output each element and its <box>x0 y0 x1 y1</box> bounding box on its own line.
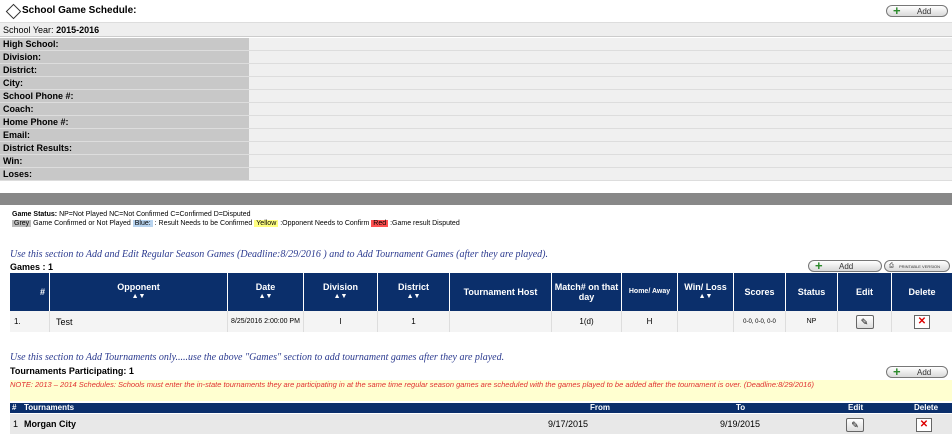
red-tag: Red <box>371 220 389 227</box>
col-status: Status <box>786 273 838 311</box>
col-district[interactable]: District ▲▼ <box>378 273 450 311</box>
tournaments-count: Tournaments Participating: 1 <box>10 366 134 376</box>
col-num: # <box>10 273 50 311</box>
sort-arrows-icon: ▲▼ <box>131 293 146 300</box>
add-schedule-button[interactable]: + Add <box>886 3 948 18</box>
grey-tag: Grey <box>12 220 32 227</box>
info-label: District Results: <box>0 142 249 154</box>
green-plus-icon: + <box>893 364 901 379</box>
pencil-icon[interactable]: ✎ <box>855 314 874 329</box>
school-year-value: 2015-2016 <box>56 25 100 35</box>
games-instruction: Use this section to Add and Edit Regular… <box>10 249 548 260</box>
col-match: Match# on that day <box>552 273 622 311</box>
info-label: Division: <box>0 51 249 63</box>
printable-version-button[interactable]: ⎙ PRINTABLE VERSION <box>884 260 950 272</box>
diamond-icon <box>5 3 22 20</box>
red-x-icon[interactable]: ✕ <box>914 314 930 329</box>
school-info-grid: High School: Division: District: City: S… <box>0 38 952 181</box>
col-division[interactable]: Division ▲▼ <box>304 273 378 311</box>
col-home-away: Home/ Away <box>622 273 678 311</box>
col-win-loss[interactable]: Win/ Loss ▲▼ <box>678 273 734 311</box>
row-opponent: Test <box>50 311 228 332</box>
sort-arrows-icon: ▲▼ <box>258 293 273 300</box>
tournaments-instruction: Use this section to Add Tournaments only… <box>10 352 505 363</box>
info-label: Coach: <box>0 103 249 115</box>
info-label: Win: <box>0 155 249 167</box>
tournaments-table-header: # Tournaments From To Edit Delete <box>10 403 952 413</box>
school-year-bar: School Year: 2015-2016 <box>0 23 952 37</box>
sort-arrows-icon: ▲▼ <box>333 293 348 300</box>
game-status-legend: Game Status: NP=Not Played NC=Not Confir… <box>12 211 251 218</box>
info-label: High School: <box>0 38 249 50</box>
sort-arrows-icon: ▲▼ <box>698 293 713 300</box>
tournament-from: 9/17/2015 <box>548 419 589 429</box>
green-plus-icon: + <box>815 258 823 273</box>
add-game-button[interactable]: + Add <box>808 258 882 273</box>
info-label: Loses: <box>0 168 249 180</box>
add-tournament-button[interactable]: + Add <box>886 364 948 379</box>
divider-bar <box>0 193 952 205</box>
deadline-note: NOTE: 2013 – 2014 Schedules: Schools mus… <box>10 380 952 401</box>
tournament-to: 9/19/2015 <box>720 419 761 429</box>
blue-tag: Blue: <box>132 220 153 227</box>
row-date: 8/25/2016 2:00:00 PM <box>228 311 304 332</box>
games-table-header: # Opponent ▲▼ Date ▲▼ Division ▲▼ District ▲… <box>10 273 952 311</box>
table-row: 1 Morgan City 9/17/2015 9/19/2015 ✎ ✕ <box>10 414 952 434</box>
tournament-name: Morgan City <box>24 419 77 429</box>
col-delete: Delete <box>908 287 936 297</box>
color-legend: Grey Game Confirmed or Not Played Blue: … <box>12 220 460 227</box>
yellow-tag: Yellow <box>254 220 279 227</box>
col-scores: Scores <box>734 273 786 311</box>
red-x-icon[interactable]: ✕ <box>916 418 932 432</box>
col-tournament-host: Tournament Host <box>450 273 552 311</box>
col-edit: Edit <box>838 273 892 311</box>
games-count: Games : 1 <box>10 262 54 272</box>
page-header: School Game Schedule: + Add <box>0 0 952 23</box>
info-label: District: <box>0 64 249 76</box>
page-title: School Game Schedule: <box>22 5 137 16</box>
info-label: City: <box>0 77 249 89</box>
pencil-icon[interactable]: ✎ <box>846 418 864 432</box>
info-label: Home Phone #: <box>0 116 249 128</box>
printer-icon: ⎙ <box>889 263 894 269</box>
info-label: School Phone #: <box>0 90 249 102</box>
table-row: 1. Test 8/25/2016 2:00:00 PM I 1 1(d) H … <box>10 311 952 332</box>
info-label: Email: <box>0 129 249 141</box>
col-opponent[interactable]: Opponent ▲▼ <box>50 273 228 311</box>
sort-arrows-icon: ▲▼ <box>406 293 421 300</box>
col-date[interactable]: Date ▲▼ <box>228 273 304 311</box>
school-year-label: School Year: <box>3 25 54 35</box>
green-plus-icon: + <box>893 3 901 18</box>
